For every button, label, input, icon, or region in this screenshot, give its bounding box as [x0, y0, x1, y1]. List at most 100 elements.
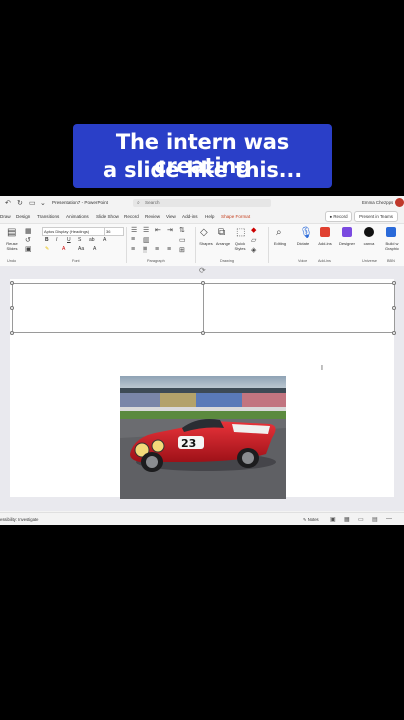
undo-icon[interactable]: ↶: [5, 199, 11, 207]
search-box[interactable]: ⌕ Search: [133, 199, 271, 207]
highlight-icon[interactable]: ✎: [45, 246, 49, 252]
align-right-icon[interactable]: ≡: [155, 246, 159, 253]
tab-transitions[interactable]: Transitions: [37, 214, 59, 219]
font-size-select[interactable]: 36: [104, 227, 124, 236]
ribbon-separator: [126, 227, 127, 263]
resize-handle[interactable]: [392, 281, 396, 285]
slideshow-view-icon[interactable]: ▤: [372, 516, 378, 523]
designer-icon[interactable]: [342, 227, 352, 237]
text-cursor-icon: I: [321, 365, 323, 372]
rotate-handle-icon[interactable]: ⟳: [199, 267, 207, 275]
resize-handle[interactable]: [392, 331, 396, 335]
resize-handle[interactable]: [10, 281, 14, 285]
shape-fill-icon[interactable]: ◆: [251, 226, 256, 234]
group-label-addins: Add-ins: [318, 259, 331, 263]
redo-icon[interactable]: ↻: [17, 199, 23, 207]
build-with-label[interactable]: Build w Graphic: [381, 241, 403, 251]
resize-handle[interactable]: [392, 306, 396, 310]
editing-label[interactable]: Editing: [272, 241, 288, 246]
shape-effects-icon[interactable]: ◈: [251, 246, 256, 254]
avatar[interactable]: [395, 198, 404, 207]
notes-label: Notes: [307, 517, 319, 522]
font-name-select[interactable]: Aptos Display (Headings): [42, 227, 105, 236]
reuse-slides-icon[interactable]: ▤: [7, 227, 16, 238]
tab-shape-format[interactable]: Shape Format: [221, 214, 250, 219]
quick-styles-icon[interactable]: ⬚: [236, 227, 245, 238]
change-case-icon[interactable]: A: [93, 246, 96, 252]
group-label-undo: Undo: [7, 259, 17, 263]
char-spacing-button[interactable]: ab: [89, 237, 95, 243]
designer-label[interactable]: Designer: [338, 241, 356, 246]
search-icon: ⌕: [137, 200, 140, 206]
normal-view-icon[interactable]: ▣: [330, 516, 336, 523]
user-name[interactable]: Emma Chezpps: [362, 200, 393, 205]
search-placeholder: Search: [145, 200, 160, 205]
shape-outline-icon[interactable]: ▱: [251, 236, 256, 244]
svg-text:23: 23: [181, 437, 196, 450]
arrange-icon[interactable]: ⧉: [218, 227, 225, 238]
arrange-label[interactable]: Arrange: [214, 241, 232, 246]
bullets-icon[interactable]: ☰: [131, 226, 137, 234]
tab-view[interactable]: View: [166, 214, 176, 219]
group-label-voice: Voice: [298, 259, 308, 263]
dictate-icon[interactable]: 🎙: [299, 226, 313, 239]
reading-view-icon[interactable]: ▭: [358, 516, 364, 523]
resize-handle[interactable]: [201, 281, 205, 285]
dropdown-icon[interactable]: ⌄: [40, 199, 46, 207]
ribbon-separator: [268, 227, 269, 263]
tab-draw[interactable]: Draw: [0, 214, 11, 219]
numbering-icon[interactable]: ☰: [143, 226, 149, 234]
build-with-icon[interactable]: [386, 227, 396, 237]
columns-icon[interactable]: ▥: [143, 236, 150, 244]
tab-add-ins[interactable]: Add-ins: [182, 214, 198, 219]
resize-handle[interactable]: [10, 331, 14, 335]
present-in-teams-button[interactable]: Present in Teams: [354, 211, 398, 222]
document-title: Presentation7 - PowerPoint: [52, 200, 108, 205]
tab-record[interactable]: Record: [124, 214, 139, 219]
resize-handle[interactable]: [10, 306, 14, 310]
line-spacing-icon[interactable]: ≡: [131, 236, 135, 243]
reuse-slides-label[interactable]: Reuse Slides: [2, 241, 22, 251]
strikethrough-button[interactable]: S: [78, 237, 81, 243]
addins-label[interactable]: Add-ins: [316, 241, 334, 246]
race-car-photo[interactable]: 23: [120, 376, 286, 499]
zoom-slider[interactable]: —: [386, 516, 392, 522]
tab-design[interactable]: Design: [16, 214, 30, 219]
justify-icon[interactable]: ≡: [167, 246, 171, 253]
bold-button[interactable]: B: [45, 237, 49, 243]
italic-button[interactable]: I: [56, 237, 57, 243]
record-button[interactable]: ● Record: [325, 211, 352, 222]
canva-label[interactable]: canva: [360, 241, 378, 246]
layout-icon[interactable]: ▦: [25, 227, 32, 235]
tab-help[interactable]: Help: [205, 214, 214, 219]
notes-button[interactable]: ✎ Notes: [303, 517, 319, 522]
grow-font-icon[interactable]: Aa: [78, 246, 84, 252]
align-left-icon[interactable]: ≡: [131, 246, 135, 253]
underline-button[interactable]: U: [67, 237, 71, 243]
section-icon[interactable]: ▣: [25, 245, 32, 253]
quick-styles-label[interactable]: Quick Styles: [232, 241, 248, 251]
font-color-icon[interactable]: A: [62, 246, 65, 252]
clear-format-icon[interactable]: A: [103, 237, 106, 243]
tab-animations[interactable]: Animations: [66, 214, 89, 219]
slide-sorter-icon[interactable]: ▦: [344, 516, 350, 523]
accessibility-status[interactable]: essibility: Investigate: [0, 517, 38, 522]
align-center-icon[interactable]: ≡: [143, 246, 148, 253]
present-icon[interactable]: ▭: [29, 199, 36, 207]
shapes-label[interactable]: Shapes: [198, 241, 214, 246]
align-text-icon[interactable]: ▭: [179, 236, 186, 244]
indent-icon[interactable]: ⇤: [155, 226, 161, 234]
outdent-icon[interactable]: ⇥: [167, 226, 173, 234]
ribbon: ▤ Reuse Slides ▦ ↺ ▣ Aptos Display (Head…: [0, 223, 404, 267]
text-direction-icon[interactable]: ⇅: [179, 226, 185, 234]
smartart-icon[interactable]: ⊞: [179, 246, 185, 254]
canva-icon[interactable]: [364, 227, 374, 237]
addins-icon[interactable]: [320, 227, 330, 237]
tab-review[interactable]: Review: [145, 214, 160, 219]
dictate-label[interactable]: Dictate: [295, 241, 311, 246]
reset-icon[interactable]: ↺: [25, 236, 31, 244]
resize-handle[interactable]: [201, 331, 205, 335]
shapes-icon[interactable]: ◇: [200, 227, 208, 238]
tab-slide-show[interactable]: Slide Show: [96, 214, 119, 219]
editing-icon[interactable]: ⌕: [276, 227, 282, 238]
